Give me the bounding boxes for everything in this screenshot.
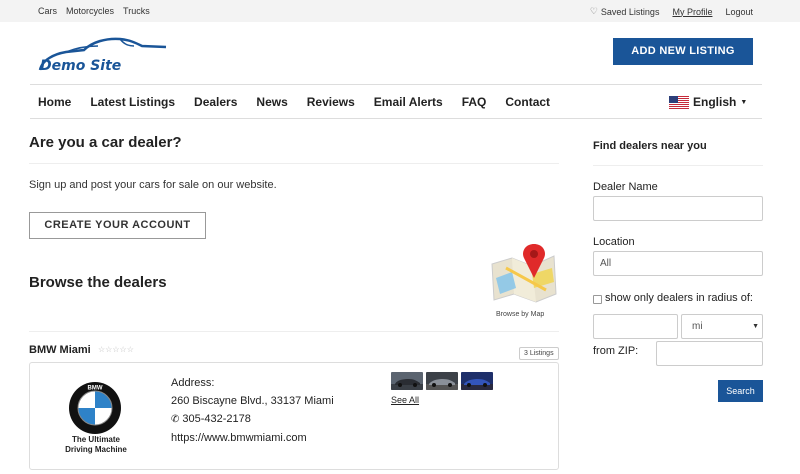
map-pin-icon[interactable] — [486, 238, 560, 308]
top-bar: Cars Motorcycles Trucks ♡ Saved Listings… — [0, 0, 800, 22]
location-value: All — [600, 258, 612, 269]
dealer-tagline: The Ultimate Driving Machine — [56, 435, 136, 455]
car-thumbnail[interactable] — [461, 372, 493, 390]
dealer-phone: 305-432-2178 — [182, 413, 251, 425]
listings-count-badge[interactable]: 3 Listings — [519, 347, 559, 360]
dealer-phone-row: ✆ 305-432-2178 — [171, 410, 334, 429]
radius-label: show only dealers in radius of: — [605, 292, 753, 304]
caret-down-icon: ▼ — [740, 98, 748, 106]
search-button[interactable]: Search — [718, 380, 763, 402]
radius-input[interactable] — [593, 314, 678, 339]
dealer-name-label: Dealer Name — [593, 181, 658, 193]
nav-item-email-alerts[interactable]: Email Alerts — [374, 95, 443, 109]
caret-down-icon: ▼ — [752, 323, 759, 330]
car-thumbnail[interactable] — [426, 372, 458, 390]
location-input[interactable]: All — [593, 251, 763, 276]
nav-item-contact[interactable]: Contact — [505, 95, 550, 109]
listing-thumbnails — [391, 372, 493, 390]
bmw-logo[interactable]: BMW — [68, 381, 122, 435]
dealer-address: 260 Biscayne Blvd., 33137 Miami — [171, 395, 334, 407]
divider — [29, 331, 559, 332]
radius-checkbox[interactable] — [593, 295, 602, 304]
my-profile-link[interactable]: My Profile — [672, 7, 712, 17]
language-selector[interactable]: English ▼ — [669, 95, 747, 109]
logo-text: Demo Site — [40, 58, 122, 74]
address-label: Address: — [171, 377, 215, 389]
logout-link[interactable]: Logout — [725, 7, 753, 17]
sidebar-heading: Find dealers near you — [593, 140, 707, 152]
rating-stars: ☆☆☆☆☆ — [98, 345, 134, 354]
heart-icon: ♡ — [589, 6, 598, 16]
dealer-website[interactable]: https://www.bmwmiami.com — [171, 429, 334, 447]
nav-item-latest-listings[interactable]: Latest Listings — [90, 95, 175, 109]
nav-item-news[interactable]: News — [256, 95, 287, 109]
nav-item-reviews[interactable]: Reviews — [307, 95, 355, 109]
tagline-line-1: The Ultimate — [71, 435, 120, 444]
topbar-link-motorcycles[interactable]: Motorcycles — [66, 6, 114, 16]
topbar-link-cars[interactable]: Cars — [38, 6, 57, 16]
divider — [593, 165, 763, 166]
create-account-button[interactable]: CREATE YOUR ACCOUNT — [29, 212, 206, 239]
saved-listings-label: Saved Listings — [600, 6, 660, 17]
category-links: Cars Motorcycles Trucks — [38, 6, 150, 16]
browse-by-map-link[interactable]: Browse by Map — [496, 311, 544, 318]
saved-listings-link[interactable]: ♡ Saved Listings — [590, 6, 660, 17]
dealer-name-input[interactable] — [593, 196, 763, 221]
dealer-heading: Are you a car dealer? — [29, 134, 182, 151]
bmw-logo-letters: BMW — [88, 386, 103, 392]
zip-input[interactable] — [656, 341, 763, 366]
tagline-line-2: Driving Machine — [65, 445, 127, 454]
us-flag-icon — [669, 95, 689, 109]
location-label: Location — [593, 236, 635, 248]
unit-select[interactable]: mi ▼ — [681, 314, 763, 339]
account-links: ♡ Saved Listings My Profile Logout — [590, 6, 753, 17]
add-new-listing-button[interactable]: ADD NEW LISTING — [613, 38, 753, 65]
browse-dealers-heading: Browse the dealers — [29, 274, 167, 291]
from-zip-label: from ZIP: — [593, 345, 639, 357]
nav-item-dealers[interactable]: Dealers — [194, 95, 237, 109]
dealer-contact: Address: 260 Biscayne Blvd., 33137 Miami… — [171, 374, 334, 447]
nav-item-faq[interactable]: FAQ — [462, 95, 487, 109]
main-nav: Home Latest Listings Dealers News Review… — [30, 84, 762, 119]
unit-value: mi — [692, 321, 703, 332]
dealer-name-link[interactable]: BMW Miami — [29, 344, 91, 356]
topbar-link-trucks[interactable]: Trucks — [123, 6, 150, 16]
car-thumbnail[interactable] — [391, 372, 423, 390]
signup-text: Sign up and post your cars for sale on o… — [29, 179, 277, 191]
see-all-link[interactable]: See All — [391, 395, 419, 405]
nav-item-home[interactable]: Home — [38, 95, 71, 109]
language-label: English — [693, 95, 737, 109]
divider — [29, 163, 559, 164]
phone-icon: ✆ — [171, 414, 180, 425]
